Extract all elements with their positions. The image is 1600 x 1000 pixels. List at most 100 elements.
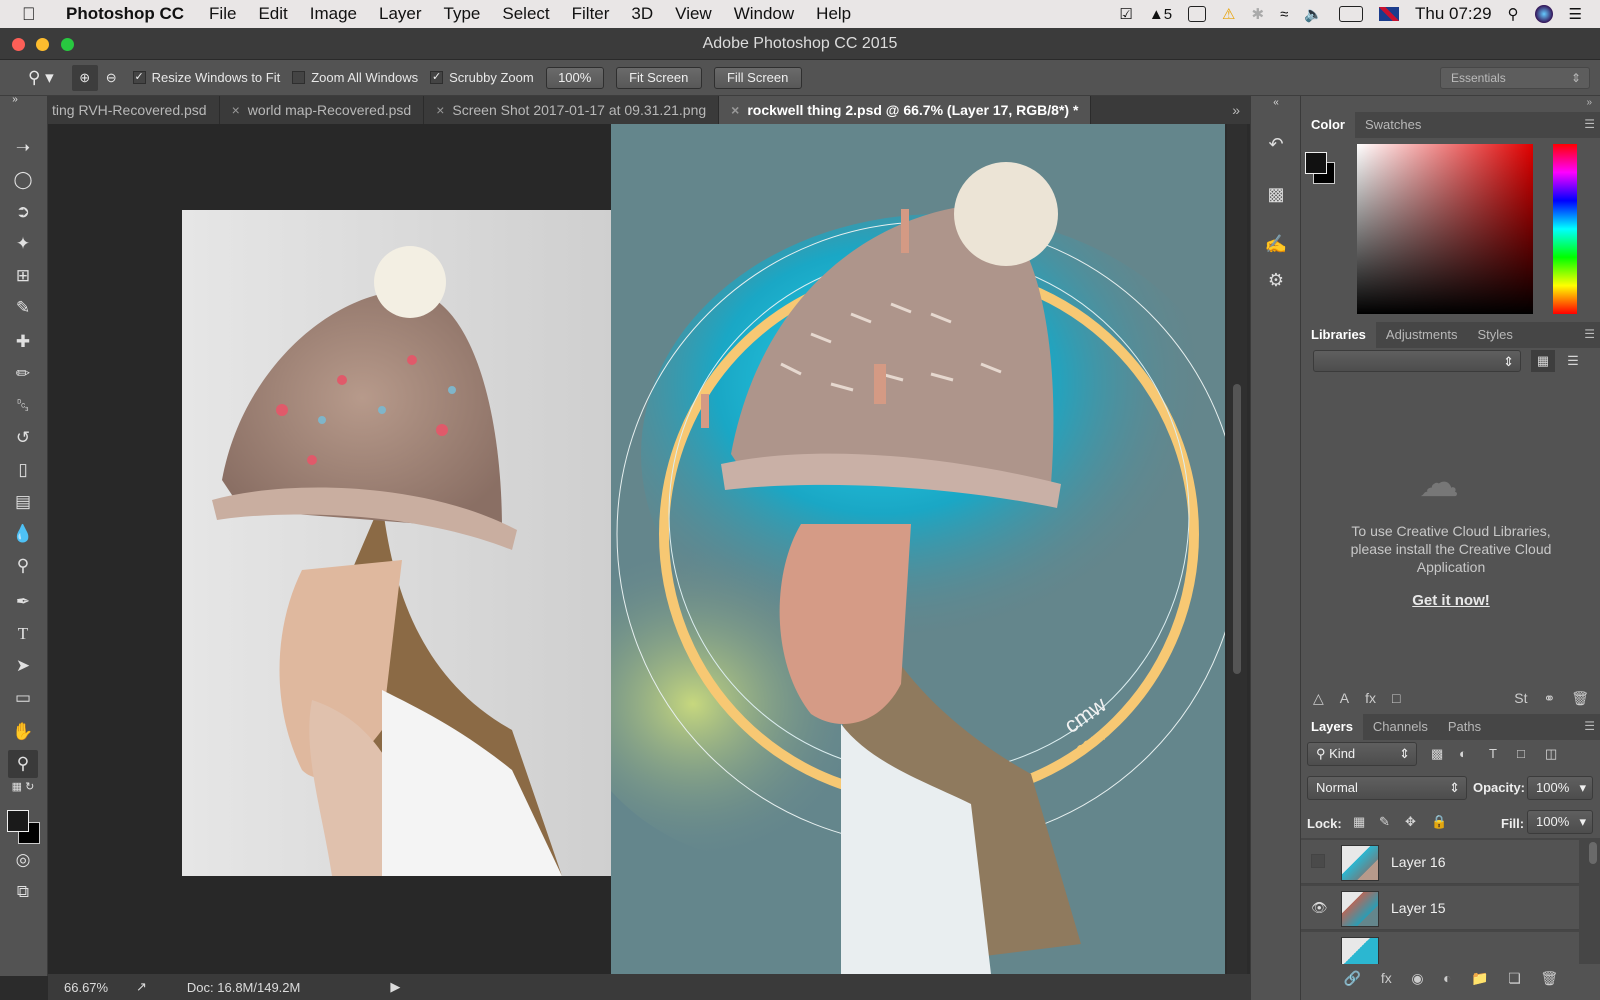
zoom-window-button[interactable] — [61, 38, 74, 51]
magic-wand-tool-icon[interactable]: ✦ — [8, 230, 38, 258]
tab-styles[interactable]: Styles — [1467, 322, 1522, 348]
spotlight-search-icon[interactable]: ⚲ — [1508, 5, 1519, 23]
tab-document-1[interactable]: ting RVH-Recovered.psd — [48, 96, 220, 124]
lock-transparency-icon[interactable]: ▦ — [1353, 814, 1365, 830]
close-window-button[interactable] — [12, 38, 25, 51]
stock-icon[interactable]: St — [1514, 690, 1527, 707]
menu-file[interactable]: File — [209, 4, 236, 24]
canvas-workspace[interactable]: cmw 2014 — [48, 124, 1225, 974]
history-brush-tool-icon[interactable]: ↺ — [8, 424, 38, 452]
zoom-level[interactable]: 66.67% — [64, 980, 124, 995]
collapse-dock-icon[interactable]: « — [1263, 96, 1289, 110]
bluetooth-icon[interactable]: ✱ — [1251, 5, 1264, 23]
add-graphic-icon[interactable]: △ — [1313, 690, 1324, 707]
add-character-style-icon[interactable]: A — [1340, 690, 1349, 707]
collapse-panels-icon[interactable]: » — [1586, 97, 1592, 108]
sync-icon[interactable]: ⚭ — [1543, 690, 1555, 707]
checklist-icon[interactable]: ☑ — [1119, 5, 1132, 23]
close-tab-icon[interactable]: × — [436, 102, 444, 118]
zoom-100-button[interactable]: 100% — [545, 66, 604, 89]
tab-document-3[interactable]: × Screen Shot 2017-01-17 at 09.31.21.png — [424, 96, 720, 124]
filter-type-icon[interactable]: T — [1489, 746, 1497, 761]
color-field[interactable] — [1357, 144, 1533, 314]
add-layer-style-icon[interactable]: fx — [1381, 970, 1392, 986]
lock-all-icon[interactable]: 🔒 — [1431, 814, 1447, 830]
library-select[interactable]: ⇕ — [1313, 350, 1521, 372]
foreground-color-swatch[interactable] — [7, 810, 29, 832]
tab-document-active[interactable]: × rockwell thing 2.psd @ 66.7% (Layer 17,… — [719, 96, 1092, 124]
volume-icon[interactable]: 🔈 — [1304, 5, 1323, 23]
tab-layers[interactable]: Layers — [1301, 714, 1363, 740]
lasso-tool-icon[interactable]: ➲ — [8, 198, 38, 226]
filter-pixel-icon[interactable]: ▩ — [1431, 746, 1443, 762]
battery-icon[interactable] — [1338, 6, 1363, 22]
new-adjustment-layer-icon[interactable]: ◐ — [1443, 970, 1451, 986]
move-tool-icon[interactable]: ➝ — [8, 134, 38, 162]
panel-menu-icon[interactable]: ☰ — [1584, 327, 1595, 341]
healing-brush-tool-icon[interactable]: ✚ — [8, 328, 38, 356]
add-layer-style-icon[interactable]: fx — [1365, 690, 1376, 707]
tool-presets-icon[interactable]: ⚙ — [1263, 268, 1289, 292]
blend-mode-select[interactable]: Normal ⇕ — [1307, 776, 1467, 800]
zoom-all-windows-checkbox[interactable]: Zoom All Windows — [292, 70, 418, 85]
tab-adjustments[interactable]: Adjustments — [1376, 322, 1468, 348]
brush-tool-icon[interactable]: ✏ — [8, 360, 38, 388]
add-mask-icon[interactable]: ◉ — [1411, 970, 1423, 987]
screen-mode-icon[interactable]: ⧉ — [8, 878, 38, 906]
get-it-now-link[interactable]: Get it now! — [1301, 592, 1600, 609]
display-icon[interactable] — [1188, 6, 1207, 22]
color-fg-swatch[interactable] — [1305, 152, 1327, 174]
menu-type[interactable]: Type — [444, 4, 481, 24]
adobe-cc-status[interactable]: ▲5 — [1149, 6, 1172, 23]
new-group-icon[interactable]: 📁 — [1471, 970, 1488, 987]
layer-filter-kind[interactable]: ⚲ Kind ⇕ — [1307, 742, 1417, 766]
panel-menu-icon[interactable]: ☰ — [1584, 117, 1595, 131]
layer-visibility-toggle[interactable] — [1311, 854, 1325, 868]
tab-color[interactable]: Color — [1301, 112, 1355, 138]
add-color-icon[interactable]: □ — [1392, 690, 1400, 707]
menu-image[interactable]: Image — [310, 4, 357, 24]
new-layer-icon[interactable]: ❏ — [1508, 970, 1521, 987]
tab-channels[interactable]: Channels — [1363, 714, 1438, 740]
menu-clock[interactable]: Thu 07:29 — [1415, 4, 1492, 24]
lock-pixels-icon[interactable]: ✎ — [1379, 814, 1390, 830]
input-source-flag-icon[interactable] — [1378, 7, 1399, 21]
layer-name[interactable]: Layer 16 — [1391, 854, 1445, 870]
filter-smart-object-icon[interactable]: ◫ — [1545, 746, 1557, 762]
close-tab-icon[interactable]: × — [731, 102, 739, 118]
chevron-down-icon[interactable]: ▾ — [1579, 777, 1586, 799]
opacity-input[interactable]: 100% ▾ — [1527, 776, 1593, 800]
close-tab-icon[interactable]: × — [232, 102, 240, 118]
blur-tool-icon[interactable]: 💧 — [8, 520, 38, 548]
lock-position-icon[interactable]: ✥ — [1405, 814, 1416, 830]
fill-input[interactable]: 100% ▾ — [1527, 810, 1593, 834]
collapse-toolbar-icon[interactable]: » — [0, 93, 30, 107]
zoom-out-icon[interactable]: ⊖ — [106, 70, 117, 86]
quick-mask-icon[interactable]: ◎ — [8, 846, 38, 874]
menu-select[interactable]: Select — [502, 4, 549, 24]
menu-filter[interactable]: Filter — [572, 4, 610, 24]
history-panel-icon[interactable]: ↶ — [1263, 132, 1289, 156]
resize-windows-checkbox[interactable]: ✓ Resize Windows to Fit — [132, 70, 280, 85]
hue-slider[interactable] — [1553, 144, 1577, 314]
tab-libraries[interactable]: Libraries — [1301, 322, 1376, 348]
eyedropper-tool-icon[interactable]: ✎ — [8, 294, 38, 322]
menu-edit[interactable]: Edit — [258, 4, 287, 24]
3d-panel-icon[interactable]: ▩ — [1263, 182, 1289, 206]
vertical-scrollbar[interactable] — [1227, 124, 1247, 974]
layer-row[interactable] — [1301, 932, 1579, 964]
link-layers-icon[interactable]: 🔗 — [1344, 970, 1361, 987]
path-selection-tool-icon[interactable]: ➤ — [8, 652, 38, 680]
dodge-tool-icon[interactable]: ⚲ — [8, 552, 38, 580]
filter-shape-icon[interactable]: □ — [1517, 746, 1525, 761]
siri-icon[interactable] — [1534, 5, 1553, 23]
minimize-window-button[interactable] — [36, 38, 49, 51]
layer-row[interactable]: Layer 16 — [1301, 840, 1579, 884]
list-view-icon[interactable]: ☰ — [1561, 350, 1585, 372]
brush-presets-icon[interactable]: ✍ — [1263, 232, 1289, 256]
marquee-tool-icon[interactable]: ◯ — [8, 166, 38, 194]
eye-icon[interactable]: 👁 — [1311, 900, 1328, 915]
rectangle-tool-icon[interactable]: ▭ — [8, 684, 38, 712]
share-icon[interactable]: ↗ — [136, 979, 147, 995]
chevron-down-icon[interactable]: ▾ — [1579, 811, 1586, 833]
